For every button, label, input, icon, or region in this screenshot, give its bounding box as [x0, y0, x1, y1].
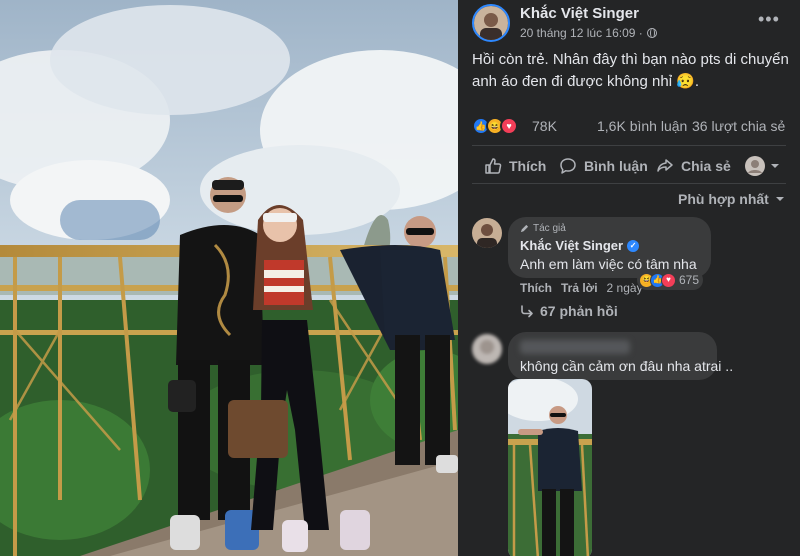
reply-arrow-icon — [521, 305, 533, 318]
comment-author-avatar[interactable] — [472, 218, 502, 248]
comment-reaction-count: 675 — [679, 273, 700, 287]
audience-selector[interactable] — [744, 156, 780, 176]
comment-reply-link[interactable]: Trả lời — [561, 281, 598, 295]
poster-avatar[interactable] — [472, 4, 510, 42]
comment-reactions[interactable]: 😆 👍 ♥ 675 — [637, 270, 704, 290]
share-button[interactable]: Chia sẻ — [656, 156, 731, 176]
comment-label: Bình luận — [584, 158, 648, 174]
share-label: Chia sẻ — [681, 158, 731, 174]
user-avatar-small — [745, 156, 765, 176]
divider — [472, 183, 786, 184]
comment-sort-dropdown[interactable]: Phù hợp nhất — [678, 191, 785, 207]
verified-badge-icon: ✓ — [627, 239, 640, 252]
comment-actions: Thích Trả lời 2 ngày — [520, 281, 643, 295]
caret-down-icon — [771, 164, 779, 168]
like-button[interactable]: Thích — [484, 156, 546, 176]
timestamp-text[interactable]: 20 tháng 12 lúc 16:09 · — [520, 26, 643, 40]
comment-author-name[interactable]: Khắc Việt Singer ✓ — [520, 238, 640, 253]
comment-bubble: Tác giả Khắc Việt Singer ✓ Anh em làm vi… — [508, 217, 711, 278]
caret-down-icon — [775, 197, 784, 201]
post-timestamp[interactable]: 20 tháng 12 lúc 16:09 · — [520, 26, 657, 40]
comment-author-label[interactable]: Khắc Việt Singer — [520, 238, 623, 253]
poster-name[interactable]: Khắc Việt Singer — [520, 5, 639, 22]
love-reaction-icon: ♥ — [500, 117, 518, 135]
post-stats: 👍 😆 ♥ 78K 1,6K bình luận 36 lượt chia sẻ — [472, 115, 792, 137]
reaction-count[interactable]: 78K — [532, 118, 557, 134]
blurred-author-name — [520, 340, 630, 354]
author-tag-label: Tác giả — [533, 223, 566, 234]
comment-icon — [560, 158, 576, 174]
comment-author-avatar[interactable] — [472, 334, 502, 364]
author-tag: Tác giả — [520, 223, 566, 234]
post-text: Hồi còn trẻ. Nhân đây thì bạn nào pts di… — [472, 51, 789, 90]
divider — [472, 145, 786, 146]
view-replies-link[interactable]: 67 phản hồi — [520, 303, 618, 319]
comment-like-link[interactable]: Thích — [520, 281, 552, 295]
share-icon — [657, 159, 673, 172]
share-count[interactable]: 36 lượt chia sẻ — [692, 118, 785, 134]
comment-bubble: không cần cảm ơn đâu nha atrai .. — [508, 332, 733, 380]
like-label: Thích — [509, 158, 547, 174]
pencil-icon — [520, 224, 529, 233]
comment-photo-illustration — [508, 379, 592, 556]
replies-label: 67 phản hồi — [540, 303, 618, 319]
sort-label: Phù hợp nhất — [678, 191, 769, 207]
reaction-icons[interactable]: 👍 😆 ♥ — [472, 117, 528, 135]
comment-button[interactable]: Bình luận — [559, 156, 648, 176]
photo-illustration — [0, 0, 458, 556]
post-photo[interactable] — [0, 0, 458, 556]
comment-count[interactable]: 1,6K bình luận — [597, 118, 687, 134]
comment-image[interactable] — [508, 379, 592, 556]
more-options-button[interactable]: ••• — [758, 9, 780, 30]
thumbs-up-icon — [485, 158, 502, 174]
globe-icon — [646, 28, 657, 38]
love-reaction-icon: ♥ — [661, 272, 676, 288]
comment-text: không cần cảm ơn đâu nha atrai .. — [520, 358, 734, 374]
